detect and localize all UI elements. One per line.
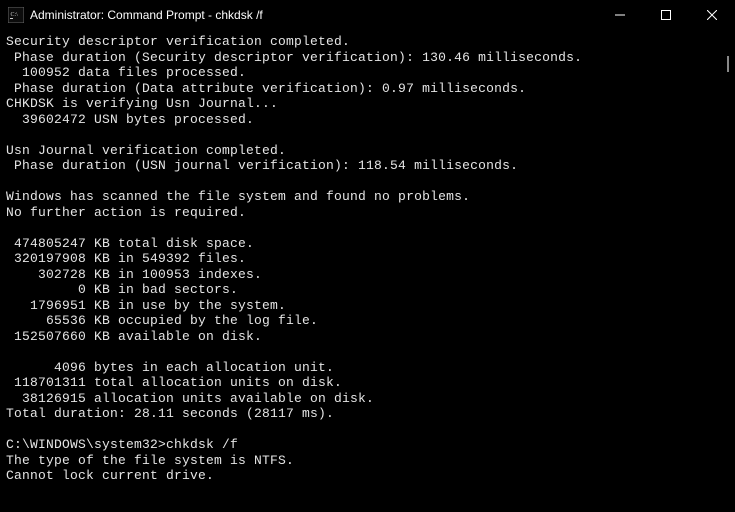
svg-text:C:\: C:\ [11,12,19,18]
window-title: Administrator: Command Prompt - chkdsk /… [30,8,263,22]
maximize-button[interactable] [643,0,689,30]
window-titlebar[interactable]: C:\ Administrator: Command Prompt - chkd… [0,0,735,30]
terminal-output[interactable]: Security descriptor verification complet… [0,30,735,488]
scrollbar-indicator[interactable] [727,56,729,72]
cmd-icon: C:\ [8,7,24,23]
minimize-button[interactable] [597,0,643,30]
close-button[interactable] [689,0,735,30]
